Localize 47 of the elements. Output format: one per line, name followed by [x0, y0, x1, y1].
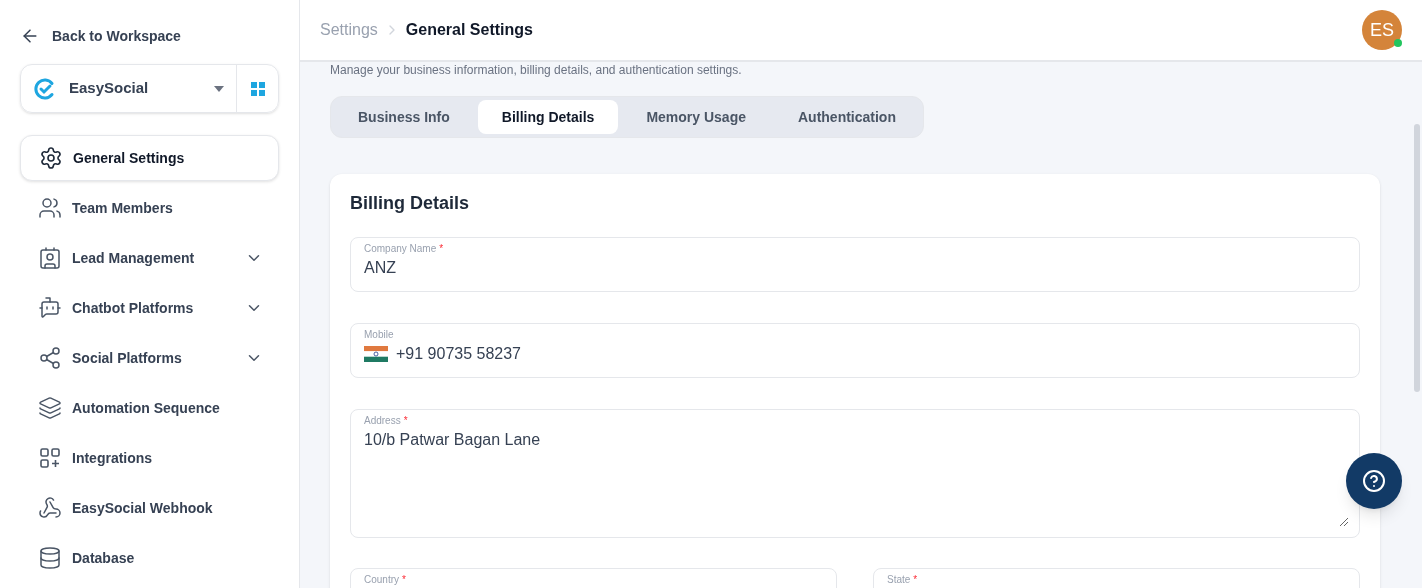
- grid-icon: [250, 81, 265, 96]
- field-value: +91 90735 58237: [396, 344, 521, 364]
- sidebar-item[interactable]: Automation Sequence: [20, 385, 279, 431]
- help-icon: [1362, 469, 1386, 493]
- chat-bubble-icon: [38, 296, 62, 320]
- people-icon: [38, 196, 62, 220]
- select-field[interactable]: Country *: [350, 568, 837, 588]
- resize-handle-icon: [1339, 517, 1349, 527]
- field-label: Mobile: [364, 329, 395, 341]
- layers-icon: [38, 396, 62, 420]
- sidebar-item[interactable]: General Settings: [20, 135, 279, 181]
- address-field[interactable]: Address * 10/b Patwar Bagan Lane: [350, 409, 1360, 538]
- sidebar-item[interactable]: Chatbot Platforms: [20, 285, 279, 331]
- field-label: Company Name *: [364, 243, 445, 255]
- text-field[interactable]: Company Name * ANZ: [350, 237, 1360, 292]
- database-icon: [38, 546, 62, 570]
- id-card-icon: [38, 246, 62, 270]
- tab[interactable]: Business Info: [334, 100, 474, 134]
- network-icon: [38, 346, 62, 370]
- sidebar-item[interactable]: EasySocial Webhook: [20, 485, 279, 531]
- field-value: ANZ: [364, 258, 396, 278]
- field-label: State *: [887, 574, 919, 586]
- caret-icon: [214, 85, 224, 92]
- phone-field[interactable]: Mobile +91 90735 58237: [350, 323, 1360, 378]
- help-button[interactable]: [1346, 453, 1402, 509]
- sidebar-item[interactable]: Database: [20, 535, 279, 581]
- select-field[interactable]: State *: [873, 568, 1360, 588]
- tab[interactable]: Billing Details: [477, 100, 619, 134]
- sidebar-item[interactable]: Lead Management: [20, 235, 279, 281]
- settings-icon: [39, 146, 63, 170]
- workspace-dropdown[interactable]: EasySocial: [21, 65, 236, 112]
- flag-icon: [364, 346, 388, 362]
- sidebar-item[interactable]: Team Members: [20, 185, 279, 231]
- card-title: Billing Details: [350, 192, 471, 215]
- field-value: 10/b Patwar Bagan Lane: [364, 430, 541, 450]
- field-label: Address *: [364, 415, 409, 427]
- sidebar-item[interactable]: Integrations: [20, 435, 279, 481]
- page-title: General Settings: [405, 20, 534, 40]
- squares-plus-icon: [38, 446, 62, 470]
- webhook-icon: [38, 496, 62, 520]
- back-link[interactable]: Back to Workspace: [20, 24, 279, 48]
- tab[interactable]: Authentication: [773, 100, 920, 134]
- field-label: Country *: [364, 574, 407, 586]
- tab[interactable]: Memory Usage: [622, 100, 770, 134]
- sidebar-item[interactable]: Social Platforms: [20, 335, 279, 381]
- page-description: Manage your business information, billing details, and authentication settings.: [330, 62, 743, 78]
- scrollbar-thumb[interactable]: [1413, 124, 1420, 392]
